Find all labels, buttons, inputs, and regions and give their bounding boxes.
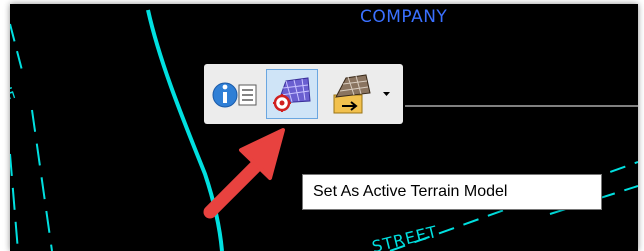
screenshot-frame: COMPANY LINE STREET Set As Active Terrai… [0, 0, 644, 251]
tooltip: Set As Active Terrain Model [302, 174, 602, 210]
annotation-arrow-icon [203, 128, 285, 219]
